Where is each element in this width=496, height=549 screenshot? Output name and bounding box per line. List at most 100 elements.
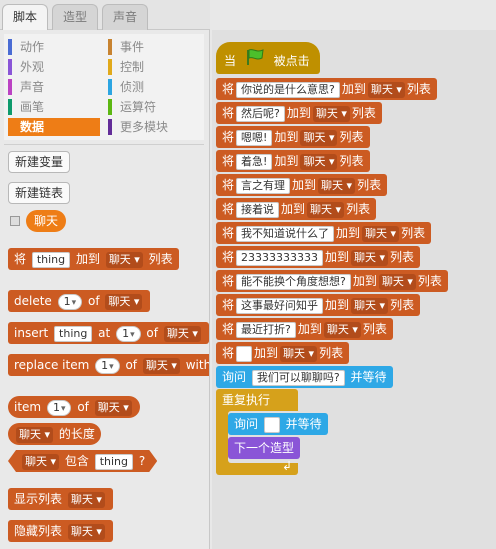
add-to-list-block[interactable]: 将着急!加到聊天列表: [216, 150, 370, 172]
add-to-list-block[interactable]: 将接着说加到聊天列表: [216, 198, 377, 220]
ask-label: 询问: [222, 370, 247, 384]
add-to-list-block[interactable]: 将然后呢?加到聊天列表: [216, 102, 382, 124]
hide-list-block[interactable]: 隐藏列表 聊天: [8, 520, 113, 542]
insert-value-input[interactable]: thing: [54, 325, 93, 342]
category-more-blocks[interactable]: 更多模块: [108, 118, 198, 136]
add-value-input[interactable]: 能不能换个角度想想?: [236, 273, 351, 290]
list-dropdown[interactable]: 聊天: [307, 201, 345, 218]
tab-sounds[interactable]: 声音: [102, 4, 149, 30]
when-flag-clicked-hat[interactable]: 当 被点击: [216, 42, 320, 74]
ask-and-wait-block-inner[interactable]: 询问 并等待: [228, 413, 328, 435]
insert-label: insert: [14, 326, 49, 340]
add-value-input[interactable]: [236, 345, 253, 362]
length-reporter-block[interactable]: 聊天 的长度: [8, 423, 101, 445]
replace-block[interactable]: replace item 1 of 聊天 with: [8, 354, 209, 376]
add-to-list-block[interactable]: 将我不知道说什么了加到聊天列表: [216, 222, 432, 244]
list-dropdown[interactable]: 聊天: [163, 325, 201, 342]
list-dropdown[interactable]: 聊天: [300, 129, 338, 146]
add-to-list-block[interactable]: 将23333333333加到聊天列表: [216, 246, 421, 268]
add-prefix: 将: [222, 130, 235, 144]
tab-scripts[interactable]: 脚本: [2, 4, 49, 31]
add-middle: 加到: [336, 226, 361, 240]
add-to-list-block[interactable]: 将嗯嗯!加到聊天列表: [216, 126, 370, 148]
add-value-input[interactable]: 言之有理: [236, 177, 291, 194]
add-prefix: 将: [222, 82, 235, 96]
palette-divider: [4, 144, 204, 145]
list-dropdown[interactable]: 聊天: [94, 399, 132, 416]
add-to-list-block[interactable]: 将 加到聊天列表: [216, 342, 350, 364]
list-dropdown[interactable]: 聊天: [142, 357, 180, 374]
new-variable-button[interactable]: 新建变量: [8, 151, 71, 173]
add-to-list-block[interactable]: 将你说的是什么意思?加到聊天列表: [216, 78, 437, 100]
category-sensing[interactable]: 侦测: [108, 78, 198, 96]
add-value-input[interactable]: thing: [31, 251, 71, 268]
list-dropdown[interactable]: 聊天: [318, 177, 356, 194]
index-dropdown[interactable]: 1: [46, 399, 72, 416]
list-dropdown[interactable]: 聊天: [362, 225, 400, 242]
tab-costumes[interactable]: 造型: [52, 4, 99, 30]
add-value-input[interactable]: 嗯嗯!: [236, 129, 273, 146]
add-value-input[interactable]: 着急!: [236, 153, 273, 170]
add-value-input[interactable]: 这事最好问知乎: [236, 297, 324, 314]
category-sound[interactable]: 声音: [8, 78, 98, 96]
wait-label: 并等待: [285, 417, 322, 431]
list-dropdown[interactable]: 聊天: [67, 491, 105, 508]
add-to-list-block[interactable]: 将最近打折?加到聊天列表: [216, 318, 393, 340]
category-data[interactable]: 数据: [8, 118, 100, 136]
add-value-input[interactable]: 你说的是什么意思?: [236, 81, 340, 98]
category-pen[interactable]: 画笔: [8, 98, 98, 116]
add-to-list-block[interactable]: 将言之有理加到聊天列表: [216, 174, 388, 196]
add-value-input[interactable]: 我不知道说什么了: [236, 225, 335, 242]
list-reporter-chat[interactable]: 聊天: [26, 210, 67, 232]
add-value-input[interactable]: 23333333333: [236, 249, 323, 266]
insert-block[interactable]: insert thing at 1 of 聊天: [8, 322, 209, 344]
index-dropdown[interactable]: 1: [95, 357, 120, 374]
list-show-checkbox[interactable]: [10, 216, 20, 226]
add-value-input[interactable]: 然后呢?: [236, 105, 285, 122]
index-dropdown[interactable]: 1: [57, 293, 83, 310]
ask-question-input[interactable]: [263, 416, 280, 433]
list-dropdown[interactable]: 聊天: [22, 454, 59, 470]
item-reporter-block[interactable]: item 1 of 聊天: [8, 396, 140, 418]
delete-block[interactable]: delete 1 of 聊天: [8, 290, 151, 312]
list-dropdown[interactable]: 聊天: [280, 345, 318, 362]
category-motion[interactable]: 动作: [8, 38, 98, 56]
add-suffix: 列表: [346, 202, 371, 216]
next-costume-block[interactable]: 下一个造型: [228, 437, 301, 459]
category-control[interactable]: 控制: [108, 58, 198, 76]
index-dropdown[interactable]: 1: [116, 325, 141, 342]
list-dropdown[interactable]: 聊天: [67, 523, 105, 540]
category-events[interactable]: 事件: [108, 38, 198, 56]
contains-value-input[interactable]: thing: [95, 454, 133, 470]
add-prefix: 将: [222, 226, 235, 240]
add-to-list-block[interactable]: 将能不能换个角度想想?加到聊天列表: [216, 270, 448, 292]
show-list-block[interactable]: 显示列表 聊天: [8, 488, 113, 510]
category-operators[interactable]: 运算符: [108, 98, 198, 116]
add-prefix: 将: [222, 178, 235, 192]
add-to-list-block[interactable]: 将 thing 加到 聊天 列表: [8, 248, 179, 270]
add-prefix: 将: [222, 154, 235, 168]
list-dropdown[interactable]: 聊天: [351, 249, 389, 266]
add-value-input[interactable]: 最近打折?: [236, 321, 296, 338]
add-value-input[interactable]: 接着说: [236, 201, 280, 218]
script-area[interactable]: 当 被点击 将你说的是什么意思?加到聊天列表将然后呢?加到聊天列表将嗯嗯!加到聊…: [212, 30, 496, 549]
contains-boolean-block[interactable]: 聊天 包含 thing ?: [8, 450, 157, 472]
list-dropdown[interactable]: 聊天: [312, 105, 350, 122]
add-middle: 加到: [274, 130, 299, 144]
add-to-list-block[interactable]: 将这事最好问知乎加到聊天列表: [216, 294, 421, 316]
add-middle: 加到: [286, 106, 311, 120]
add-prefix: 将: [222, 250, 235, 264]
list-dropdown[interactable]: 聊天: [105, 293, 143, 310]
category-looks[interactable]: 外观: [8, 58, 98, 76]
add-prefix: 将: [222, 322, 235, 336]
ask-question-input[interactable]: 我们可以聊聊吗?: [251, 369, 345, 386]
list-dropdown[interactable]: 聊天: [323, 321, 361, 338]
ask-and-wait-block[interactable]: 询问 我们可以聊聊吗? 并等待: [216, 366, 393, 388]
list-dropdown[interactable]: 聊天: [351, 297, 389, 314]
new-list-button[interactable]: 新建链表: [8, 182, 71, 204]
list-dropdown[interactable]: 聊天: [300, 153, 338, 170]
list-dropdown[interactable]: 聊天: [105, 251, 143, 268]
list-dropdown[interactable]: 聊天: [367, 81, 405, 98]
list-dropdown[interactable]: 聊天: [378, 273, 416, 290]
list-dropdown[interactable]: 聊天: [16, 426, 54, 443]
